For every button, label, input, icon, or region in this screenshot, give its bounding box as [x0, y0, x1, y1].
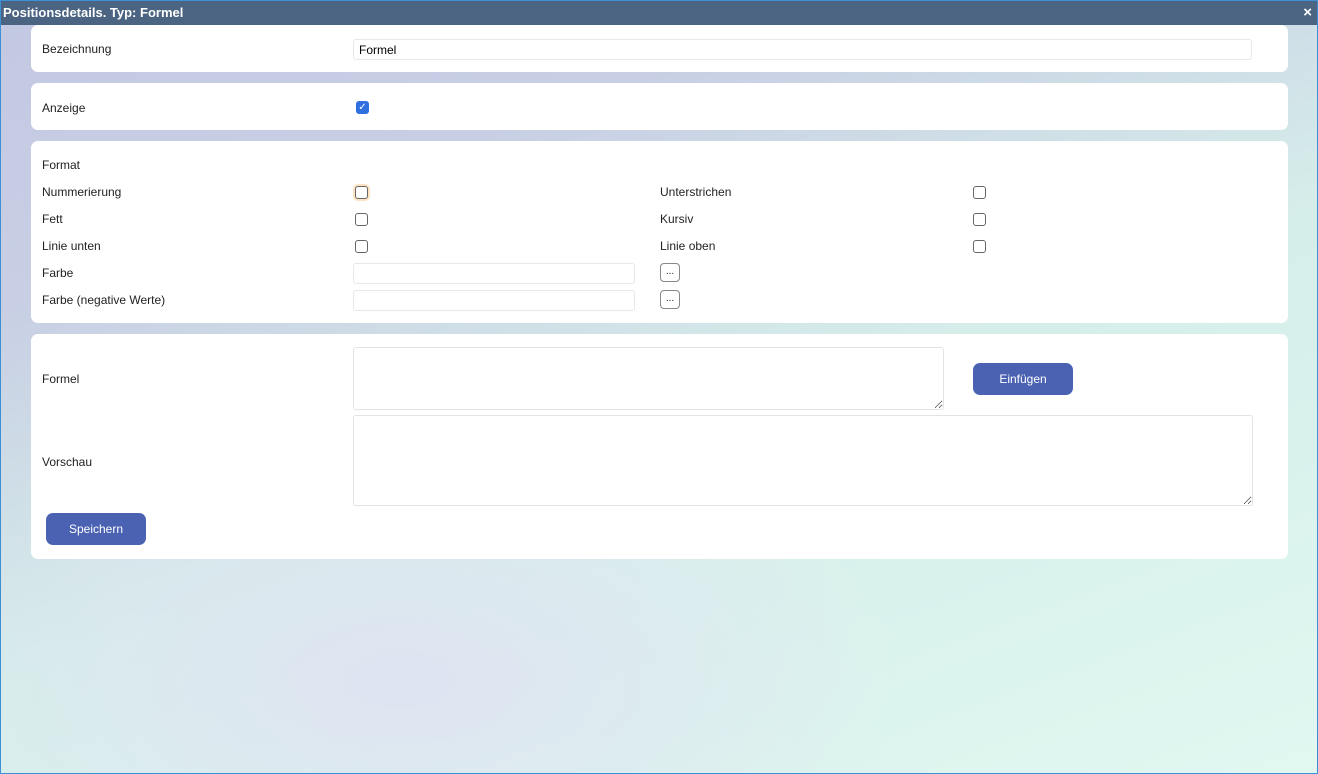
format-heading: Format [42, 158, 81, 172]
close-icon[interactable]: × [1303, 1, 1312, 25]
anzeige-card: Anzeige ✓ [31, 83, 1288, 130]
unterstrichen-label: Unterstrichen [660, 185, 732, 199]
nummerierung-label: Nummerierung [42, 185, 122, 199]
format-card: Format Nummerierung Unterstrichen Fett K… [31, 141, 1288, 323]
fett-checkbox[interactable] [355, 213, 368, 226]
linie-oben-checkbox[interactable] [973, 240, 986, 253]
dialog-window: Positionsdetails. Typ: Formel × Bezeichnu… [0, 0, 1318, 774]
bezeichnung-label: Bezeichnung [42, 42, 112, 56]
kursiv-checkbox[interactable] [973, 213, 986, 226]
linie-oben-label: Linie oben [660, 239, 716, 253]
anzeige-label: Anzeige [42, 101, 86, 115]
formel-label: Formel [42, 372, 80, 386]
nummerierung-checkbox[interactable] [355, 186, 368, 199]
farbe-negativ-picker-button[interactable]: ... [660, 290, 680, 309]
einfuegen-button[interactable]: Einfügen [973, 363, 1073, 395]
unterstrichen-checkbox[interactable] [973, 186, 986, 199]
speichern-button[interactable]: Speichern [46, 513, 146, 545]
farbe-picker-button[interactable]: ... [660, 263, 680, 282]
bezeichnung-input[interactable] [353, 39, 1252, 60]
formel-card: Formel Einfügen Vorschau Speichern [31, 334, 1288, 559]
dialog-title: Positionsdetails. Typ: Formel [3, 5, 184, 20]
farbe-input[interactable] [353, 263, 635, 284]
linie-unten-label: Linie unten [42, 239, 101, 253]
vorschau-textarea[interactable] [353, 415, 1253, 506]
vorschau-label: Vorschau [42, 455, 93, 469]
kursiv-label: Kursiv [660, 212, 694, 226]
bezeichnung-card: Bezeichnung [31, 25, 1288, 72]
anzeige-checkbox[interactable]: ✓ [356, 101, 369, 114]
farbe-negativ-label: Farbe (negative Werte) [42, 293, 166, 307]
farbe-negativ-input[interactable] [353, 290, 635, 311]
farbe-label: Farbe [42, 266, 74, 280]
formel-textarea[interactable] [353, 347, 944, 410]
linie-unten-checkbox[interactable] [355, 240, 368, 253]
fett-label: Fett [42, 212, 63, 226]
title-bar: Positionsdetails. Typ: Formel × [1, 1, 1317, 25]
